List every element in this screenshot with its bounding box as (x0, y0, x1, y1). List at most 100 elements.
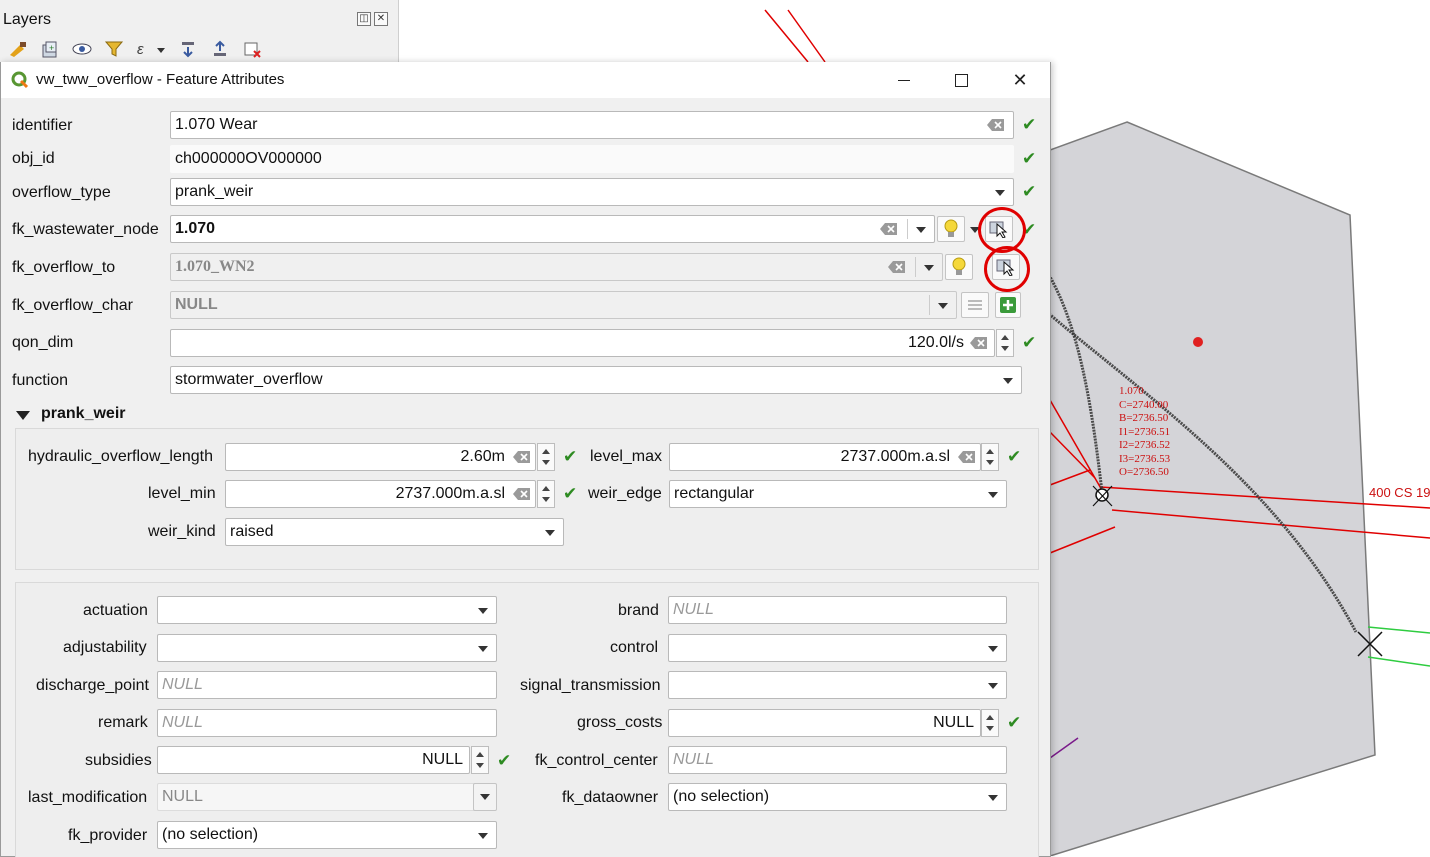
fk-overflow-char-value: NULL (175, 296, 218, 313)
identifier-value: 1.070 Wear (175, 116, 258, 133)
fk-provider-value: (no selection) (162, 826, 259, 843)
qon-dim-label: qon_dim (12, 334, 74, 351)
subsidies-spinner[interactable] (471, 746, 489, 774)
svg-text:+: + (49, 43, 54, 53)
qon-dim-spinner[interactable] (996, 329, 1014, 357)
collapse-triangle-icon[interactable] (16, 411, 30, 420)
chevron-down-icon (1003, 378, 1013, 384)
control-label: control (610, 639, 659, 656)
valid-check-icon: ✔ (563, 447, 578, 466)
minimize-button[interactable] (881, 65, 927, 95)
hydraulic-overflow-length-value: 2.60m (460, 448, 505, 465)
fk-dataowner-select[interactable]: (no selection) (668, 783, 1007, 811)
weir-kind-select[interactable]: raised (225, 518, 564, 546)
qon-dim-input[interactable]: 120.0l/s (170, 329, 995, 357)
hydraulic-overflow-length-spinner[interactable] (537, 443, 555, 471)
clear-icon[interactable] (970, 337, 988, 349)
brand-label: brand (618, 602, 659, 619)
fk-overflow-to-value: 1.070_WN2 (175, 258, 255, 275)
gross-costs-spinner[interactable] (981, 709, 999, 737)
remove-layer-icon[interactable] (240, 38, 264, 60)
discharge-point-input[interactable]: NULL (157, 671, 497, 699)
fk-overflow-to-combo[interactable]: 1.070_WN2 (170, 253, 943, 281)
fk-control-center-input[interactable]: NULL (668, 746, 1007, 774)
clear-icon[interactable] (513, 488, 531, 500)
level-min-spinner[interactable] (537, 480, 555, 508)
float-panel-icon[interactable]: ◫ (357, 12, 371, 26)
svg-text:ε: ε (137, 41, 144, 58)
valid-check-icon: ✔ (1022, 333, 1037, 352)
clear-icon[interactable] (513, 451, 531, 463)
clear-icon[interactable] (987, 119, 1005, 131)
identifier-input[interactable]: 1.070 Wear (170, 111, 1014, 139)
signal-transmission-select[interactable] (668, 671, 1007, 699)
level-max-value: 2737.000m.a.sl (840, 448, 950, 465)
valid-check-icon: ✔ (1022, 115, 1037, 134)
close-panel-icon[interactable]: ✕ (374, 12, 388, 26)
fk-overflow-char-combo[interactable]: NULL (170, 291, 957, 319)
brand-input[interactable]: NULL (668, 596, 1007, 624)
gross-costs-input[interactable]: NULL (668, 709, 981, 737)
prank-weir-section-header[interactable]: prank_weir (41, 405, 125, 423)
function-value: stormwater_overflow (175, 371, 323, 388)
expression-filter-icon[interactable]: ε (134, 38, 168, 60)
obj-id-field: ch000000OV000000 (170, 145, 1014, 173)
visibility-eye-icon[interactable] (70, 38, 94, 60)
hydraulic-overflow-length-label: hydraulic_overflow_length (28, 448, 213, 465)
layers-toolbar: + ε (6, 38, 264, 60)
fk-provider-select[interactable]: (no selection) (157, 821, 497, 849)
level-min-input[interactable]: 2737.000m.a.sl (225, 480, 536, 508)
remark-input[interactable]: NULL (157, 709, 497, 737)
overflow-type-label: overflow_type (12, 184, 111, 201)
level-max-input[interactable]: 2737.000m.a.sl (669, 443, 981, 471)
lightbulb-icon (952, 257, 966, 275)
valid-check-icon: ✔ (497, 751, 512, 770)
add-group-icon[interactable]: + (38, 38, 62, 60)
fk-wastewater-node-value: 1.070 (175, 220, 216, 237)
expand-all-icon[interactable] (176, 38, 200, 60)
node-label: 1.070 C=2740.00 B=2736.50 I1=2736.51 I2=… (1119, 385, 1171, 478)
highlight-feature-button[interactable] (945, 254, 973, 280)
chevron-down-icon (938, 303, 948, 309)
gross-costs-label: gross_costs (577, 714, 663, 731)
panel-controls: ◫ ✕ (357, 12, 388, 26)
plus-icon (1000, 297, 1016, 313)
clear-icon[interactable] (880, 223, 898, 235)
function-label: function (12, 372, 69, 389)
collapse-all-icon[interactable] (208, 38, 232, 60)
weir-edge-select[interactable]: rectangular (669, 480, 1007, 508)
add-entry-button[interactable] (995, 292, 1021, 318)
open-form-button[interactable] (961, 292, 989, 318)
filter-icon[interactable] (102, 38, 126, 60)
fk-control-center-placeholder: NULL (673, 751, 714, 768)
maximize-button[interactable] (938, 65, 984, 95)
hydraulic-overflow-length-input[interactable]: 2.60m (225, 443, 536, 471)
subsidies-input[interactable]: NULL (157, 746, 470, 774)
control-select[interactable] (668, 634, 1007, 662)
obj-id-label: obj_id (12, 150, 55, 167)
highlight-feature-button[interactable] (937, 216, 965, 242)
brand-placeholder: NULL (673, 601, 714, 618)
last-modification-field: NULL (157, 783, 475, 811)
fk-overflow-char-label: fk_overflow_char (12, 297, 133, 314)
adjustability-select[interactable] (157, 634, 497, 662)
clear-icon[interactable] (888, 261, 906, 273)
chevron-down-icon (478, 646, 488, 652)
chevron-down-icon (480, 794, 490, 800)
clear-icon[interactable] (958, 451, 976, 463)
style-icon[interactable] (6, 38, 30, 60)
map-point (1193, 337, 1203, 347)
calendar-dropdown-button[interactable] (473, 783, 497, 811)
fk-overflow-to-label: fk_overflow_to (12, 259, 116, 276)
valid-check-icon: ✔ (1007, 447, 1022, 466)
function-select[interactable]: stormwater_overflow (170, 366, 1022, 394)
layers-panel: Layers ◫ ✕ + ε (0, 0, 399, 63)
valid-check-icon: ✔ (1007, 713, 1022, 732)
fk-wastewater-node-combo[interactable]: 1.070 (170, 215, 935, 243)
close-button[interactable]: ✕ (997, 65, 1043, 95)
level-max-spinner[interactable] (981, 443, 999, 471)
fk-dataowner-label: fk_dataowner (562, 789, 659, 806)
actuation-select[interactable] (157, 596, 497, 624)
overflow-type-select[interactable]: prank_weir (170, 178, 1014, 206)
remark-placeholder: NULL (162, 714, 203, 731)
